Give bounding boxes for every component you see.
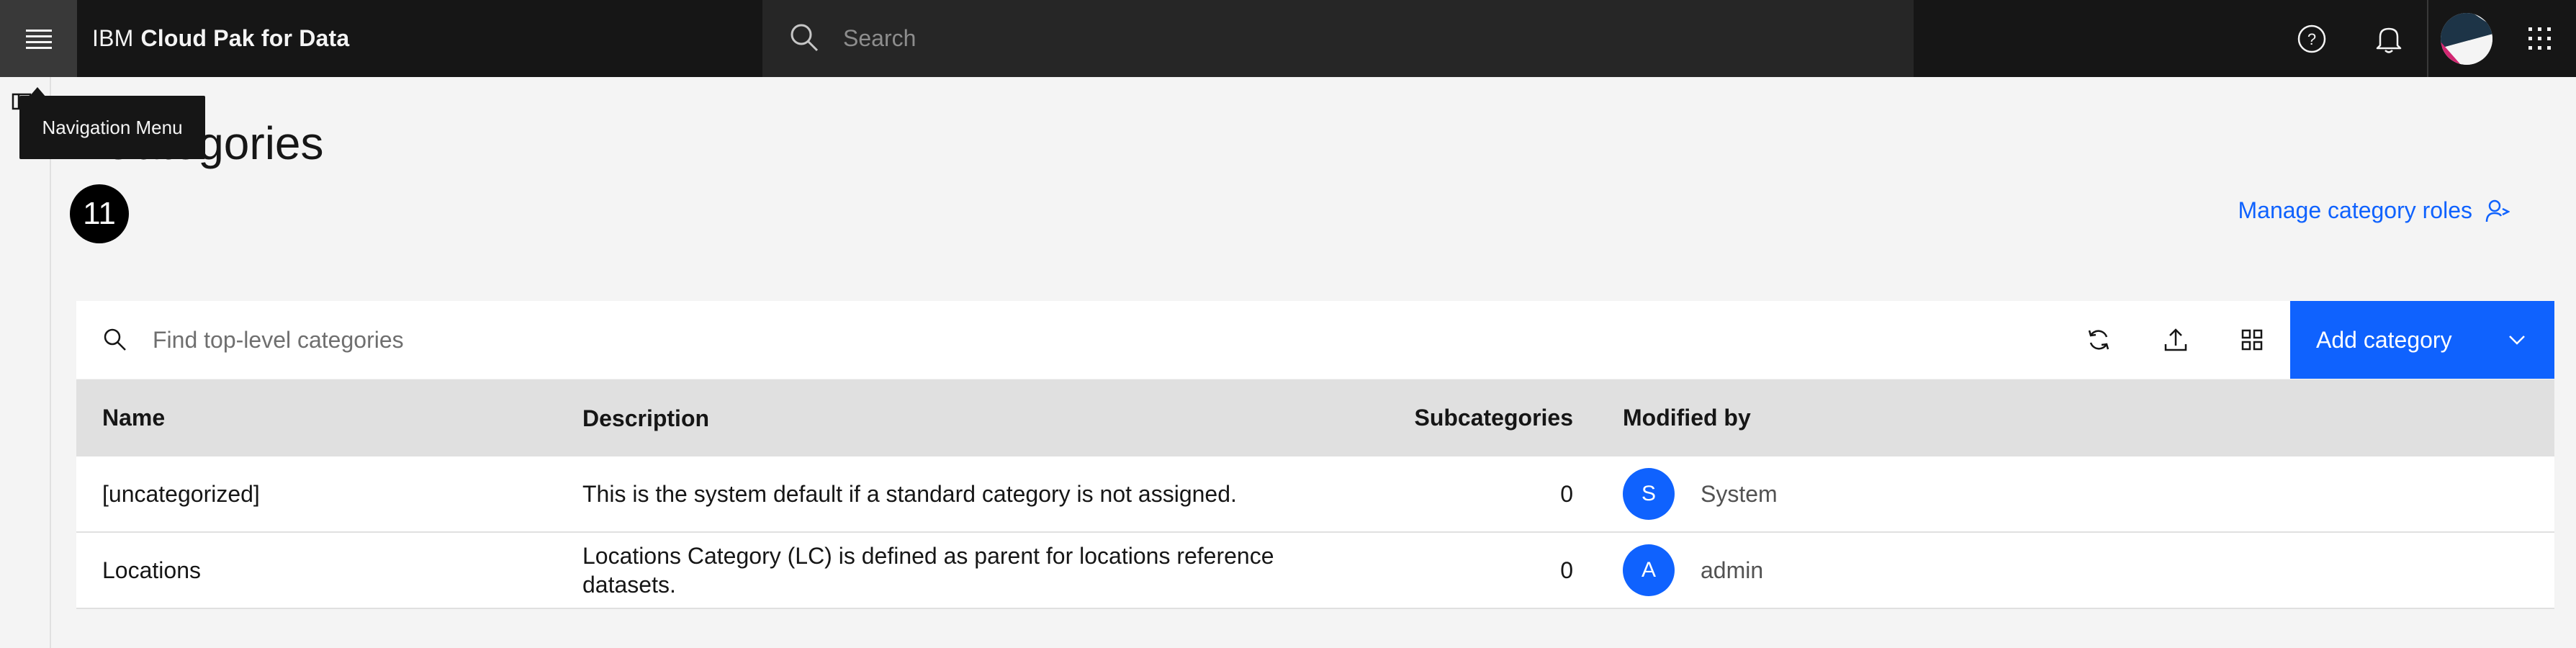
avatar: S [1623,468,1675,520]
global-search-input[interactable] [843,0,1851,77]
brand-ibm: IBM [92,25,134,51]
table-row[interactable]: Locations Locations Category (LC) is def… [76,533,2554,609]
row-subcategories: 0 [1560,557,1573,583]
count-badge: 11 [70,184,129,243]
table-row[interactable]: [uncategorized] This is the system defau… [76,456,2554,533]
manage-category-roles-link[interactable]: Manage category roles [2238,197,2510,224]
column-header-subcategories[interactable]: Subcategories [1414,379,1573,456]
refresh-icon [2088,330,2109,350]
grid-view-button[interactable] [2213,301,2290,379]
table-header: Name Description Subcategories Modified … [76,379,2554,456]
column-header-modified-by[interactable]: Modified by [1623,379,1751,456]
add-category-label: Add category [2316,326,2452,353]
categories-table: Name Description Subcategories Modified … [76,379,2554,609]
global-search[interactable] [762,0,1914,77]
row-name[interactable]: Locations [102,533,201,608]
navigation-menu-tooltip: Navigation Menu [19,96,205,159]
notification-icon [2376,27,2401,53]
grid-view-icon [2241,329,2262,351]
row-modified-by: S System [1623,456,1778,531]
menu-icon [25,29,52,49]
help-icon: ? [2297,24,2325,53]
brand-product: Cloud Pak for Data [140,25,350,51]
app-switcher-button[interactable] [2504,0,2576,77]
search-icon [104,328,126,351]
svg-text:?: ? [2307,30,2315,48]
user-role-icon [2485,199,2510,222]
chevron-down-icon[interactable] [2505,328,2528,351]
help-button[interactable]: ? [2273,0,2350,77]
row-name[interactable]: [uncategorized] [102,456,260,531]
category-search-input[interactable] [153,301,1449,379]
upload-button[interactable] [2137,301,2214,379]
app-switcher-icon [2528,27,2551,50]
navigation-menu-button[interactable] [0,0,77,77]
refresh-button[interactable] [2060,301,2137,379]
top-header: IBM Cloud Pak for Data ? [0,0,2576,77]
notifications-button[interactable] [2350,0,2427,77]
column-header-name[interactable]: Name [102,379,165,456]
column-header-description[interactable]: Description [582,379,1302,456]
brand-name[interactable]: IBM Cloud Pak for Data [92,0,349,77]
user-avatar-button[interactable] [2427,0,2504,77]
modified-by-name: System [1701,480,1778,507]
search-icon [791,24,819,52]
row-description: This is the system default if a standard… [582,481,1237,507]
left-rail [0,77,51,648]
upload-icon [2164,328,2187,351]
avatar [2440,12,2492,65]
manage-category-roles-label: Manage category roles [2238,197,2472,223]
row-subcategories: 0 [1560,480,1573,507]
avatar: A [1623,544,1675,596]
row-modified-by: A admin [1623,533,1763,608]
row-description: Locations Category (LC) is defined as pa… [582,543,1274,598]
table-toolbar: Add category [76,301,2554,379]
modified-by-name: admin [1701,557,1764,583]
add-category-button[interactable]: Add category [2290,301,2554,379]
